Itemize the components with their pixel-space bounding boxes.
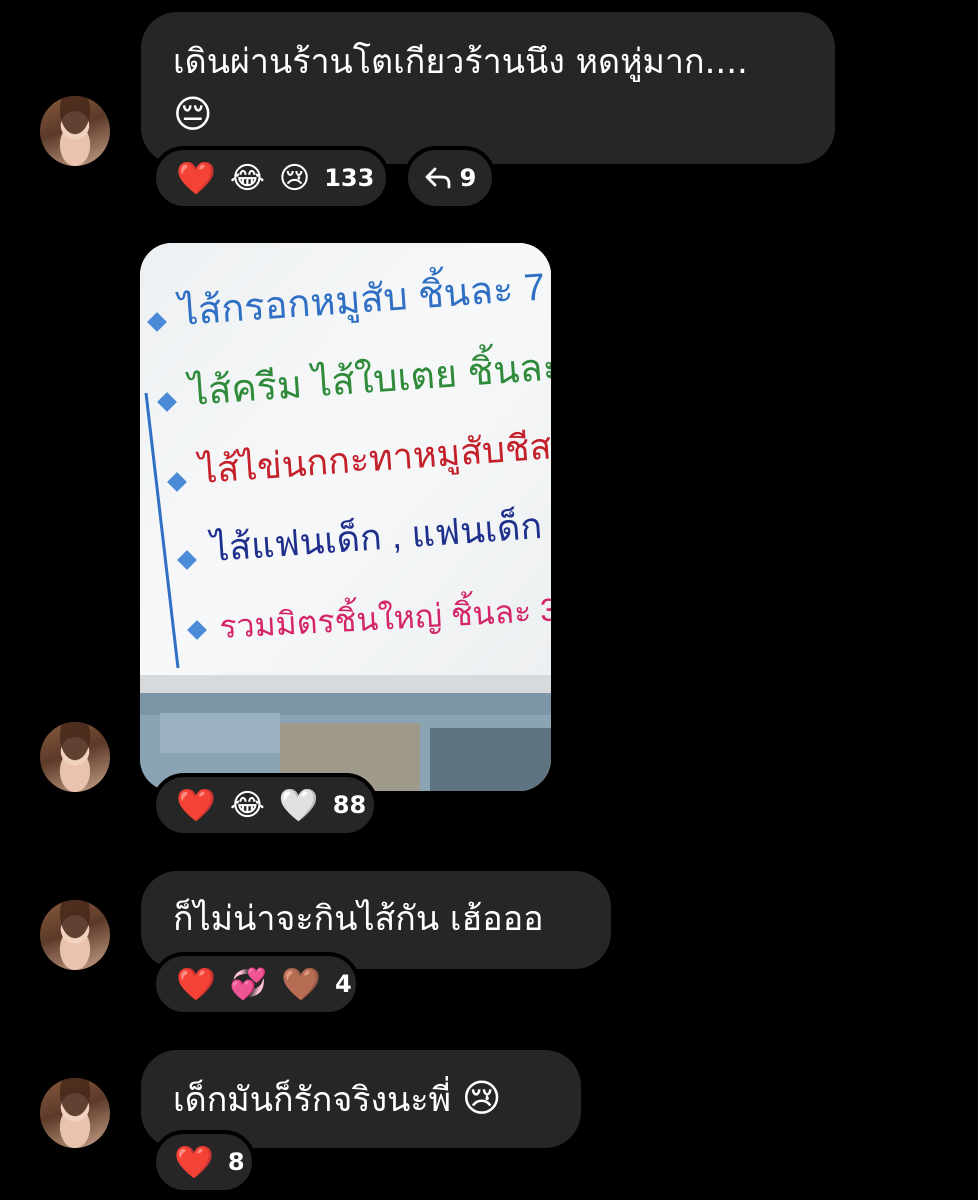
avatar[interactable] (40, 96, 110, 166)
message-text: ก็ไม่น่าจะกินไส้กัน เฮ้อออ (173, 899, 544, 939)
laughing-reaction: 😂 (229, 160, 265, 196)
reaction-count: 88 (332, 791, 367, 819)
reaction-bar[interactable]: ❤️ 😂 😢 133 (152, 146, 390, 210)
red-heart-reaction: ❤️ (174, 1143, 214, 1181)
message-photo[interactable]: ไส้กรอกหมูสับ ชิ้นละ 7 บ. ไส้ครีม ไส้ใบเ… (140, 243, 551, 791)
reaction-bar[interactable]: ❤️ 8 (152, 1130, 256, 1194)
avatar[interactable] (40, 1078, 110, 1148)
white-heart-reaction: 🤍 (278, 786, 319, 824)
reaction-count: 133 (324, 164, 375, 192)
reaction-bar[interactable]: ❤️ 💞 🤎 4 (152, 952, 360, 1016)
reaction-count: 4 (335, 970, 352, 998)
laughing-reaction: 😂 (229, 787, 265, 823)
avatar[interactable] (40, 722, 110, 792)
reply-count-button[interactable]: 9 (404, 146, 496, 210)
brown-heart-reaction: 🤎 (281, 965, 322, 1003)
message-text: เดินผ่านร้านโตเกียวร้านนึง หดหู่มาก.... (173, 42, 748, 82)
reaction-count: 8 (227, 1148, 245, 1176)
crying-face-emoji: 😢 (461, 1076, 502, 1120)
red-heart-reaction: ❤️ (176, 965, 216, 1003)
message-text: เด็กมันก็รักจริงนะพี่ (173, 1080, 452, 1120)
reply-count: 9 (459, 164, 477, 192)
reply-arrow-icon (425, 167, 451, 189)
revolving-hearts-reaction: 💞 (229, 966, 268, 1002)
red-heart-reaction: ❤️ (176, 786, 216, 824)
red-heart-reaction: ❤️ (176, 159, 216, 197)
chat-thread: เดินผ่านร้านโตเกียวร้านนึง หดหู่มาก.... … (0, 0, 978, 1200)
pensive-face-emoji: 😔 (173, 92, 213, 136)
message-bubble[interactable]: เดินผ่านร้านโตเกียวร้านนึง หดหู่มาก.... … (141, 12, 835, 164)
avatar[interactable] (40, 900, 110, 970)
reaction-bar[interactable]: ❤️ 😂 🤍 88 (152, 773, 378, 837)
crying-reaction: 😢 (278, 160, 311, 196)
